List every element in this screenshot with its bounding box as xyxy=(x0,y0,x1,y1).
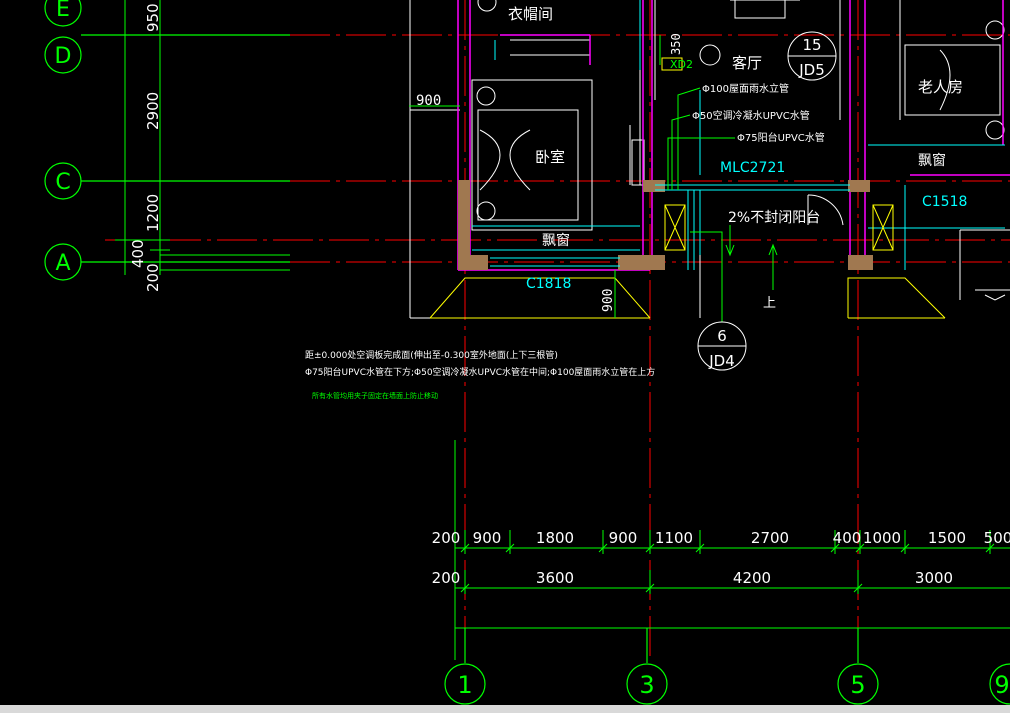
vertical-axis-lines xyxy=(464,0,859,660)
dim1-2700: 2700 xyxy=(751,529,789,547)
axis-label-c: C xyxy=(55,170,70,195)
note-line-1: 距±0.000处空调板完成面(伸出至-0.300室外地面(上下三根管) xyxy=(305,349,558,361)
detail-jd5-ref: JD5 xyxy=(798,61,825,79)
dim1-1500: 1500 xyxy=(928,529,966,547)
label-pipe-75: Φ75阳台UPVC水管 xyxy=(737,131,825,144)
floor-plan-drawing: E D C A 950 2900 1200 400 200 衣帽间 客厅 老人房… xyxy=(44,0,1010,705)
dim-200: 200 xyxy=(144,263,162,292)
dim1-200: 200 xyxy=(432,529,461,547)
room-living: 客厅 xyxy=(732,54,762,72)
slope-arrows xyxy=(725,225,778,290)
room-closet: 衣帽间 xyxy=(508,5,553,23)
dim1-900: 900 xyxy=(473,529,502,547)
dim-1200: 1200 xyxy=(144,194,162,232)
label-pipe-100: Φ100屋面雨水立管 xyxy=(702,82,789,95)
dim1-1800: 1800 xyxy=(536,529,574,547)
left-grid-bubbles xyxy=(44,0,290,281)
axis-label-a: A xyxy=(55,251,70,276)
dim-row1: 200 900 1800 900 1100 2700 400 1000 1500… xyxy=(432,529,1010,547)
axis-label-5: 5 xyxy=(850,671,865,699)
bottom-dimension-lines xyxy=(454,440,1010,660)
dim2-200: 200 xyxy=(432,569,461,587)
label-pipe-50: Φ50空调冷凝水UPVC水管 xyxy=(692,109,810,122)
room-bedroom: 卧室 xyxy=(535,148,565,166)
dim1-900b: 900 xyxy=(609,529,638,547)
room-elder: 老人房 xyxy=(918,78,963,96)
dim1-1000: 1000 xyxy=(863,529,901,547)
cad-drawing-canvas[interactable]: E D C A 950 2900 1200 400 200 衣帽间 客厅 老人房… xyxy=(0,0,1010,713)
axis-label-9: 9 xyxy=(994,671,1009,699)
label-mlc2721: MLC2721 xyxy=(720,160,785,176)
label-dim-900-left: 900 xyxy=(416,93,441,109)
detail-jd4-number: 6 xyxy=(717,327,727,345)
dim2-3600: 3600 xyxy=(536,569,574,587)
dim2-4200: 4200 xyxy=(733,569,771,587)
note-line-3: 所有水管均用夹子固定在墙面上防止移动 xyxy=(312,391,438,400)
detail-jd4-ref: JD4 xyxy=(708,352,735,370)
room-bay-window-2: 飘窗 xyxy=(918,152,946,169)
dim-row2-ticks xyxy=(460,570,863,594)
axis-label-1: 1 xyxy=(457,671,472,699)
dim-row2: 200 3600 4200 3000 xyxy=(432,569,953,587)
left-dimension-chain xyxy=(115,0,290,275)
label-xd2: XD2 xyxy=(670,58,693,71)
axis-label-3: 3 xyxy=(639,671,654,699)
label-dim-350: 350 xyxy=(669,33,683,55)
label-c1818: C1818 xyxy=(526,276,571,292)
bottom-grid-bubbles xyxy=(444,628,1010,705)
label-c1518: C1518 xyxy=(922,194,967,210)
detail-jd5-number: 15 xyxy=(802,36,821,54)
dim1-1100: 1100 xyxy=(655,529,693,547)
dim2-3000: 3000 xyxy=(915,569,953,587)
dim-2900: 2900 xyxy=(144,92,162,130)
dim1-500: 500 xyxy=(984,529,1010,547)
room-balcony: 2%不封闭阳台 xyxy=(728,210,820,226)
label-up: 上 xyxy=(763,296,776,311)
axis-label-d: D xyxy=(55,44,72,69)
label-dim-900-mid: 900 xyxy=(601,289,616,312)
dim-950: 950 xyxy=(144,3,162,32)
dim1-400: 400 xyxy=(833,529,862,547)
axis-label-e: E xyxy=(56,0,70,22)
room-bay-window-1: 飘窗 xyxy=(542,232,570,249)
status-bar xyxy=(0,705,1010,713)
note-line-2: Φ75阳台UPVC水管在下方;Φ50空调冷凝水UPVC水管在中间;Φ100屋面雨… xyxy=(305,366,655,378)
